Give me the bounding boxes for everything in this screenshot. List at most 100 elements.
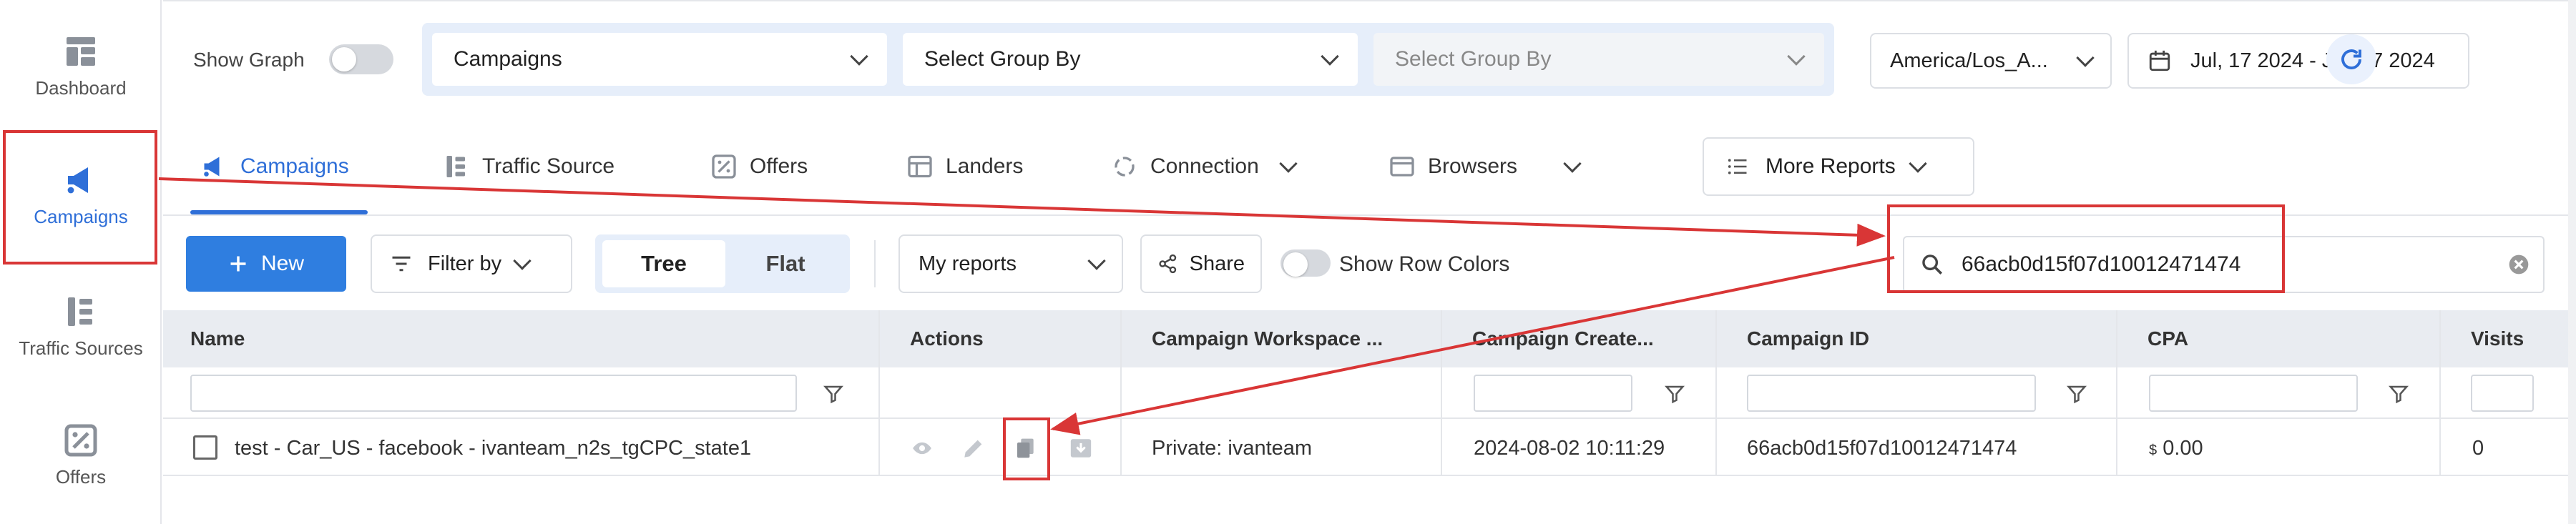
group-by-placeholder: Select Group By <box>1395 47 1552 71</box>
search-value: 66acb0d15f07d10012471474 <box>1962 252 2241 276</box>
share-button[interactable]: Share <box>1140 234 1262 293</box>
tree-view-button[interactable]: Tree <box>602 240 725 287</box>
filter-by-label: Filter by <box>428 252 502 275</box>
edit-pencil-icon[interactable] <box>961 436 986 460</box>
chevron-down-icon <box>1563 154 1582 173</box>
chevron-down-icon <box>850 47 868 66</box>
sidebar-item-label: Offers <box>55 466 107 488</box>
date-range-picker[interactable]: Jul, 17 2024 - Jul, 17 2024 <box>2127 33 2469 89</box>
currency-symbol: $ <box>2149 443 2158 458</box>
my-reports-label: My reports <box>919 252 1017 275</box>
traffic-source-icon <box>446 156 465 177</box>
column-divider <box>2439 310 2441 476</box>
column-header-campaign-id[interactable]: Campaign ID <box>1747 310 2105 367</box>
row-colors-toggle[interactable] <box>1280 249 1331 277</box>
active-tab-indicator <box>190 210 368 214</box>
report-tabs: Campaigns Traffic Source Offers Landers … <box>163 116 2576 216</box>
campaign-name[interactable]: test - Car_US - facebook - ivanteam_n2s_… <box>235 420 751 476</box>
percent-icon <box>64 424 97 457</box>
refresh-button[interactable] <box>2326 34 2376 84</box>
row-checkbox[interactable] <box>193 435 217 460</box>
column-header-cpa[interactable]: CPA <box>2148 310 2291 367</box>
sidebar-item-offers[interactable]: Offers <box>0 423 162 488</box>
funnel-icon[interactable] <box>2066 383 2087 405</box>
campaign-id-filter-input[interactable] <box>1747 375 2036 412</box>
timezone-select[interactable]: America/Los_A... <box>1870 33 2112 89</box>
column-filter-row <box>163 367 2576 419</box>
column-divider <box>2116 310 2117 476</box>
timezone-value: America/Los_A... <box>1890 49 2048 72</box>
tab-label: Connection <box>1150 154 1259 178</box>
filter-by-button[interactable]: Filter by <box>371 234 572 293</box>
column-header-actions[interactable]: Actions <box>910 310 1082 367</box>
column-divider <box>1441 310 1442 476</box>
tab-connection[interactable]: Connection <box>1112 147 1298 186</box>
chevron-down-icon <box>1087 252 1106 270</box>
tab-label: Offers <box>750 154 808 178</box>
campaign-id: 66acb0d15f07d10012471474 <box>1747 437 2017 460</box>
more-reports-button[interactable]: More Reports <box>1703 137 1974 196</box>
megaphone-icon <box>67 167 88 194</box>
landers-icon <box>908 155 932 178</box>
chevron-down-icon <box>1321 47 1339 66</box>
plus-icon <box>230 256 246 272</box>
traffic-sources-icon <box>68 297 92 326</box>
megaphone-icon <box>204 157 220 177</box>
sidebar-item-dashboard[interactable]: Dashboard <box>0 34 162 99</box>
tab-label: Campaigns <box>240 154 349 178</box>
connection-icon <box>1115 157 1135 177</box>
tab-browsers[interactable]: Browsers <box>1389 147 1582 186</box>
search-field[interactable]: 66acb0d15f07d10012471474 <box>1903 236 2545 293</box>
column-header-workspace[interactable]: Campaign Workspace ... <box>1152 310 1452 367</box>
created-filter-input[interactable] <box>1474 375 1632 412</box>
top-bar: Show Graph Campaigns Select Group By Sel… <box>163 0 2576 116</box>
group-by-select-3[interactable]: Select Group By <box>1373 33 1824 86</box>
sidebar-item-label: Traffic Sources <box>19 337 143 359</box>
new-button[interactable]: New <box>186 236 346 292</box>
show-graph-toggle[interactable] <box>329 44 393 74</box>
tab-traffic-source[interactable]: Traffic Source <box>444 147 614 186</box>
funnel-icon[interactable] <box>1664 383 1685 405</box>
funnel-icon[interactable] <box>2388 383 2409 405</box>
refresh-icon <box>2341 49 2361 69</box>
table-row[interactable]: test - Car_US - facebook - ivanteam_n2s_… <box>163 420 2576 476</box>
calendar-icon <box>2149 50 2170 71</box>
share-label: Share <box>1189 252 1245 275</box>
column-header-name[interactable]: Name <box>190 310 476 367</box>
eye-icon[interactable] <box>910 438 934 458</box>
column-header-created[interactable]: Campaign Create... <box>1472 310 1723 367</box>
tree-label: Tree <box>641 251 687 276</box>
group-by-select-2[interactable]: Select Group By <box>903 33 1358 86</box>
more-reports-label: More Reports <box>1766 154 1896 178</box>
scrollbar-track[interactable] <box>2568 0 2576 524</box>
funnel-icon[interactable] <box>823 383 844 405</box>
flat-view-button[interactable]: Flat <box>724 240 847 287</box>
column-divider <box>878 310 880 476</box>
group-by-select-1[interactable]: Campaigns <box>432 33 887 86</box>
filter-lines-icon <box>392 256 411 272</box>
clear-search-icon[interactable] <box>2507 253 2530 276</box>
tab-landers[interactable]: Landers <box>907 147 1023 186</box>
sidebar: Dashboard Campaigns Traffic Sources Offe… <box>0 0 162 524</box>
sidebar-item-campaigns[interactable]: Campaigns <box>0 163 162 228</box>
toolbar-divider <box>874 240 876 287</box>
visits-value: 0 <box>2472 437 2484 460</box>
chevron-down-icon <box>513 252 532 270</box>
name-filter-input[interactable] <box>190 375 797 412</box>
show-graph-label: Show Graph <box>193 49 305 71</box>
browser-icon <box>1390 157 1414 177</box>
table-header: Name Actions Campaign Workspace ... Camp… <box>163 310 2576 367</box>
copy-icon[interactable] <box>1014 436 1037 460</box>
flat-label: Flat <box>765 251 805 276</box>
column-header-visits[interactable]: Visits <box>2471 310 2557 367</box>
tab-offers[interactable]: Offers <box>711 147 808 186</box>
cpa-filter-input[interactable] <box>2149 375 2358 412</box>
chevron-down-icon <box>1279 154 1298 173</box>
tab-label: Browsers <box>1428 154 1518 178</box>
archive-download-icon[interactable] <box>1069 436 1093 460</box>
tab-campaigns[interactable]: Campaigns <box>200 147 349 186</box>
my-reports-select[interactable]: My reports <box>898 234 1123 293</box>
sidebar-item-traffic-sources[interactable]: Traffic Sources <box>0 295 162 360</box>
visits-filter-input[interactable] <box>2471 375 2534 412</box>
tab-label: Traffic Source <box>482 154 615 178</box>
